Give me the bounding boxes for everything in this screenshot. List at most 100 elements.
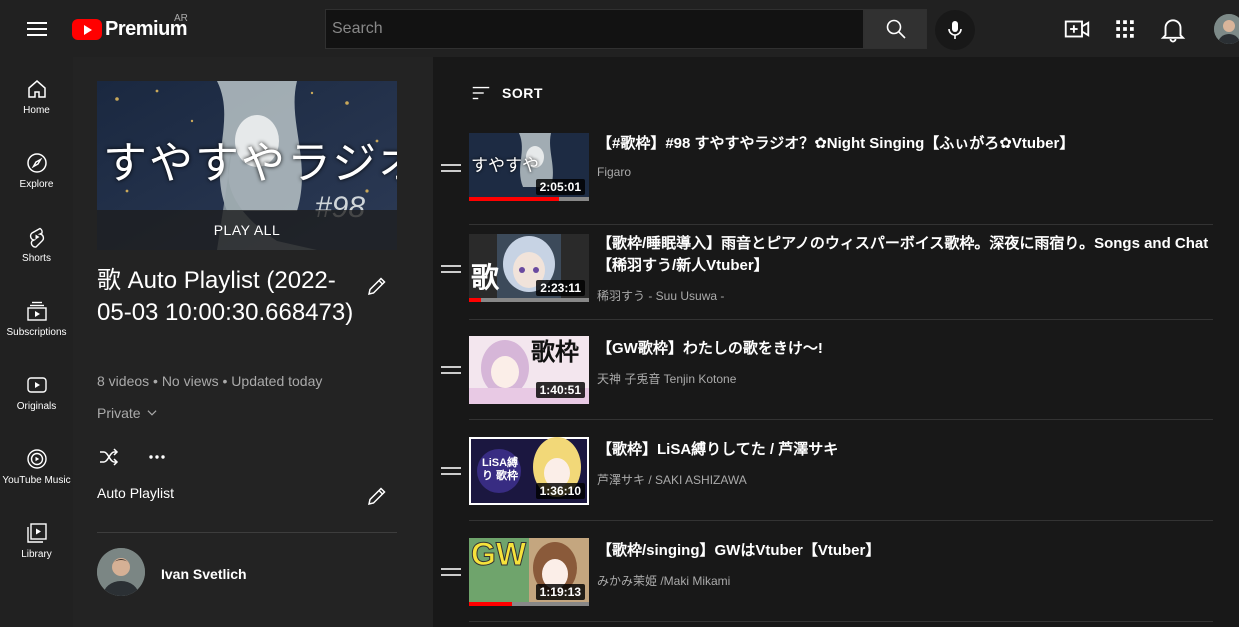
nav-home[interactable]: Home bbox=[0, 77, 73, 151]
apps-grid-icon bbox=[1116, 20, 1134, 38]
video-title[interactable]: 【歌枠】LiSA縛りしてた / 芦澤サキ bbox=[597, 439, 1217, 461]
more-actions-button[interactable] bbox=[145, 445, 169, 469]
video-duration: 2:23:11 bbox=[536, 280, 585, 296]
video-channel[interactable]: 芦澤サキ / SAKI ASHIZAWA bbox=[597, 471, 747, 488]
sort-label: SORT bbox=[502, 85, 543, 101]
drag-handle-icon[interactable] bbox=[441, 566, 461, 578]
playlist-stats: 8 videos • No views • Updated today bbox=[97, 373, 323, 389]
search-input[interactable] bbox=[326, 10, 863, 48]
drag-handle-icon[interactable] bbox=[441, 263, 461, 275]
divider bbox=[97, 532, 397, 533]
video-title[interactable]: 【#歌枠】#98 すやすやラジオ？✿Night Singing【ふぃがろ✿Vtu… bbox=[597, 133, 1217, 155]
video-channel[interactable]: 天神 子兎音 Tenjin Kotone bbox=[597, 370, 736, 387]
nav-label: Explore bbox=[19, 179, 54, 190]
playlist-video-item[interactable]: 歌 2:23:11 【歌枠/睡眠導入】雨音とピアノのウィスパーボイス歌枠。深夜に… bbox=[433, 217, 1213, 320]
youtube-premium-logo[interactable]: Premium bbox=[72, 16, 188, 42]
divider bbox=[469, 621, 1213, 622]
microphone-icon bbox=[948, 21, 962, 39]
nav-label: YouTube Music bbox=[2, 475, 71, 486]
watch-progress-fill bbox=[469, 602, 513, 606]
video-thumbnail[interactable]: 歌枠 1:40:51 bbox=[469, 336, 589, 404]
nav-shorts[interactable]: Shorts bbox=[0, 225, 73, 299]
account-avatar[interactable] bbox=[1214, 14, 1239, 44]
video-thumbnail[interactable]: 歌 2:23:11 bbox=[469, 234, 589, 302]
shuffle-button[interactable] bbox=[97, 445, 121, 469]
music-icon bbox=[26, 449, 47, 469]
edit-description-button[interactable] bbox=[365, 484, 389, 508]
playlist-video-item[interactable]: 歌枠 1:40:51 【GW歌枠】わたしの歌をきけ〜! 天神 子兎音 Tenji… bbox=[433, 320, 1213, 420]
edit-title-button[interactable] bbox=[365, 274, 389, 298]
playlist-video-item[interactable]: すやすや 2:05:01 【#歌枠】#98 すやすやラジオ？✿Night Sin… bbox=[433, 125, 1213, 225]
nav-library[interactable]: Library bbox=[0, 521, 73, 595]
playlist-description: Auto Playlist bbox=[97, 485, 175, 501]
create-video-button[interactable] bbox=[1062, 14, 1092, 44]
menu-icon[interactable] bbox=[17, 14, 57, 44]
shuffle-icon bbox=[100, 448, 119, 466]
video-duration: 1:40:51 bbox=[535, 382, 585, 398]
more-horizontal-icon bbox=[149, 455, 165, 459]
search-button[interactable] bbox=[864, 9, 927, 49]
avatar-image bbox=[1214, 14, 1239, 44]
youtube-logo-icon bbox=[72, 18, 102, 40]
divider bbox=[469, 419, 1213, 420]
play-all-button[interactable]: PLAY ALL bbox=[97, 210, 397, 250]
nav-youtube-music[interactable]: YouTube Music bbox=[0, 447, 73, 521]
video-thumbnail[interactable]: GW 1:19:13 bbox=[469, 538, 589, 606]
video-title[interactable]: 【歌枠/睡眠導入】雨音とピアノのウィスパーボイス歌枠。深夜に雨宿り。Songs … bbox=[597, 233, 1217, 277]
thumbnail-text: すやすや bbox=[471, 156, 539, 175]
video-channel[interactable]: みかみ茉姫 /Maki Mikami bbox=[597, 572, 730, 589]
compass-icon bbox=[26, 153, 47, 173]
top-bar: Premium AR bbox=[0, 0, 1239, 57]
pencil-icon bbox=[368, 487, 386, 505]
nav-label: Home bbox=[23, 105, 50, 116]
video-duration: 1:36:10 bbox=[535, 483, 585, 499]
nav-label: Subscriptions bbox=[6, 327, 67, 338]
privacy-dropdown[interactable]: Private bbox=[97, 405, 159, 421]
notifications-button[interactable] bbox=[1158, 14, 1188, 44]
playlist-video-item[interactable]: GW 1:19:13 【歌枠/singing】GWはVtuber【Vtuber】… bbox=[433, 522, 1213, 622]
video-channel[interactable]: 稀羽すう - Suu Usuwa - bbox=[597, 287, 724, 304]
thumbnail-text: 歌枠 bbox=[531, 339, 579, 366]
video-duration: 1:19:13 bbox=[535, 584, 585, 600]
nav-explore[interactable]: Explore bbox=[0, 151, 73, 225]
video-thumbnail[interactable]: すやすや 2:05:01 bbox=[469, 133, 589, 201]
thumbnail-text: LiSA縛り 歌枠 bbox=[481, 457, 519, 482]
watch-progress-fill bbox=[469, 298, 481, 302]
owner-avatar-image bbox=[97, 548, 145, 596]
apps-button[interactable] bbox=[1110, 14, 1140, 44]
home-icon bbox=[27, 80, 46, 98]
subscriptions-icon bbox=[26, 301, 47, 321]
owner-name[interactable]: Ivan Svetlich bbox=[161, 566, 247, 582]
nav-label: Originals bbox=[16, 401, 57, 412]
playlist-title: 歌 Auto Playlist (2022-05-03 10:00:30.668… bbox=[97, 267, 354, 326]
search-box bbox=[325, 9, 864, 49]
voice-search-button[interactable] bbox=[935, 10, 975, 50]
left-nav: Home Explore Shorts Subscriptions Origin… bbox=[0, 57, 73, 627]
nav-originals[interactable]: Originals bbox=[0, 373, 73, 447]
drag-handle-icon[interactable] bbox=[441, 162, 461, 174]
pencil-icon bbox=[368, 277, 386, 295]
video-title[interactable]: 【GW歌枠】わたしの歌をきけ〜! bbox=[597, 338, 1217, 360]
playlist-video-list: SORT すやすや 2:05:01 【#歌枠】#98 すやすやラジオ？✿Nigh… bbox=[433, 57, 1239, 627]
video-duration: 2:05:01 bbox=[535, 179, 585, 195]
playlist-thumbnail[interactable]: すやすやラジオ #98 PLAY ALL bbox=[97, 81, 397, 250]
video-title[interactable]: 【歌枠/singing】GWはVtuber【Vtuber】 bbox=[597, 540, 1217, 562]
drag-handle-icon[interactable] bbox=[441, 465, 461, 477]
library-icon bbox=[26, 523, 47, 543]
watch-progress-fill bbox=[469, 197, 559, 201]
playlist-sidebar: すやすやラジオ #98 PLAY ALL 歌 Auto Playlist (20… bbox=[73, 57, 433, 627]
sort-button[interactable]: SORT bbox=[470, 81, 543, 105]
playlist-video-item[interactable]: LiSA縛り 歌枠 1:36:10 【歌枠】LiSA縛りしてた / 芦澤サキ 芦… bbox=[433, 421, 1213, 521]
video-thumbnail[interactable]: LiSA縛り 歌枠 1:36:10 bbox=[469, 437, 589, 505]
nav-label: Shorts bbox=[22, 253, 51, 264]
privacy-label: Private bbox=[97, 405, 141, 421]
search-icon bbox=[886, 19, 906, 39]
owner-avatar[interactable] bbox=[97, 548, 145, 596]
video-channel[interactable]: Figaro bbox=[597, 165, 631, 179]
create-video-icon bbox=[1064, 20, 1090, 38]
drag-handle-icon[interactable] bbox=[441, 364, 461, 376]
thumbnail-text: GW bbox=[470, 538, 527, 573]
bell-icon bbox=[1160, 19, 1186, 43]
nav-subscriptions[interactable]: Subscriptions bbox=[0, 299, 73, 373]
watch-progress-bar bbox=[469, 197, 589, 201]
